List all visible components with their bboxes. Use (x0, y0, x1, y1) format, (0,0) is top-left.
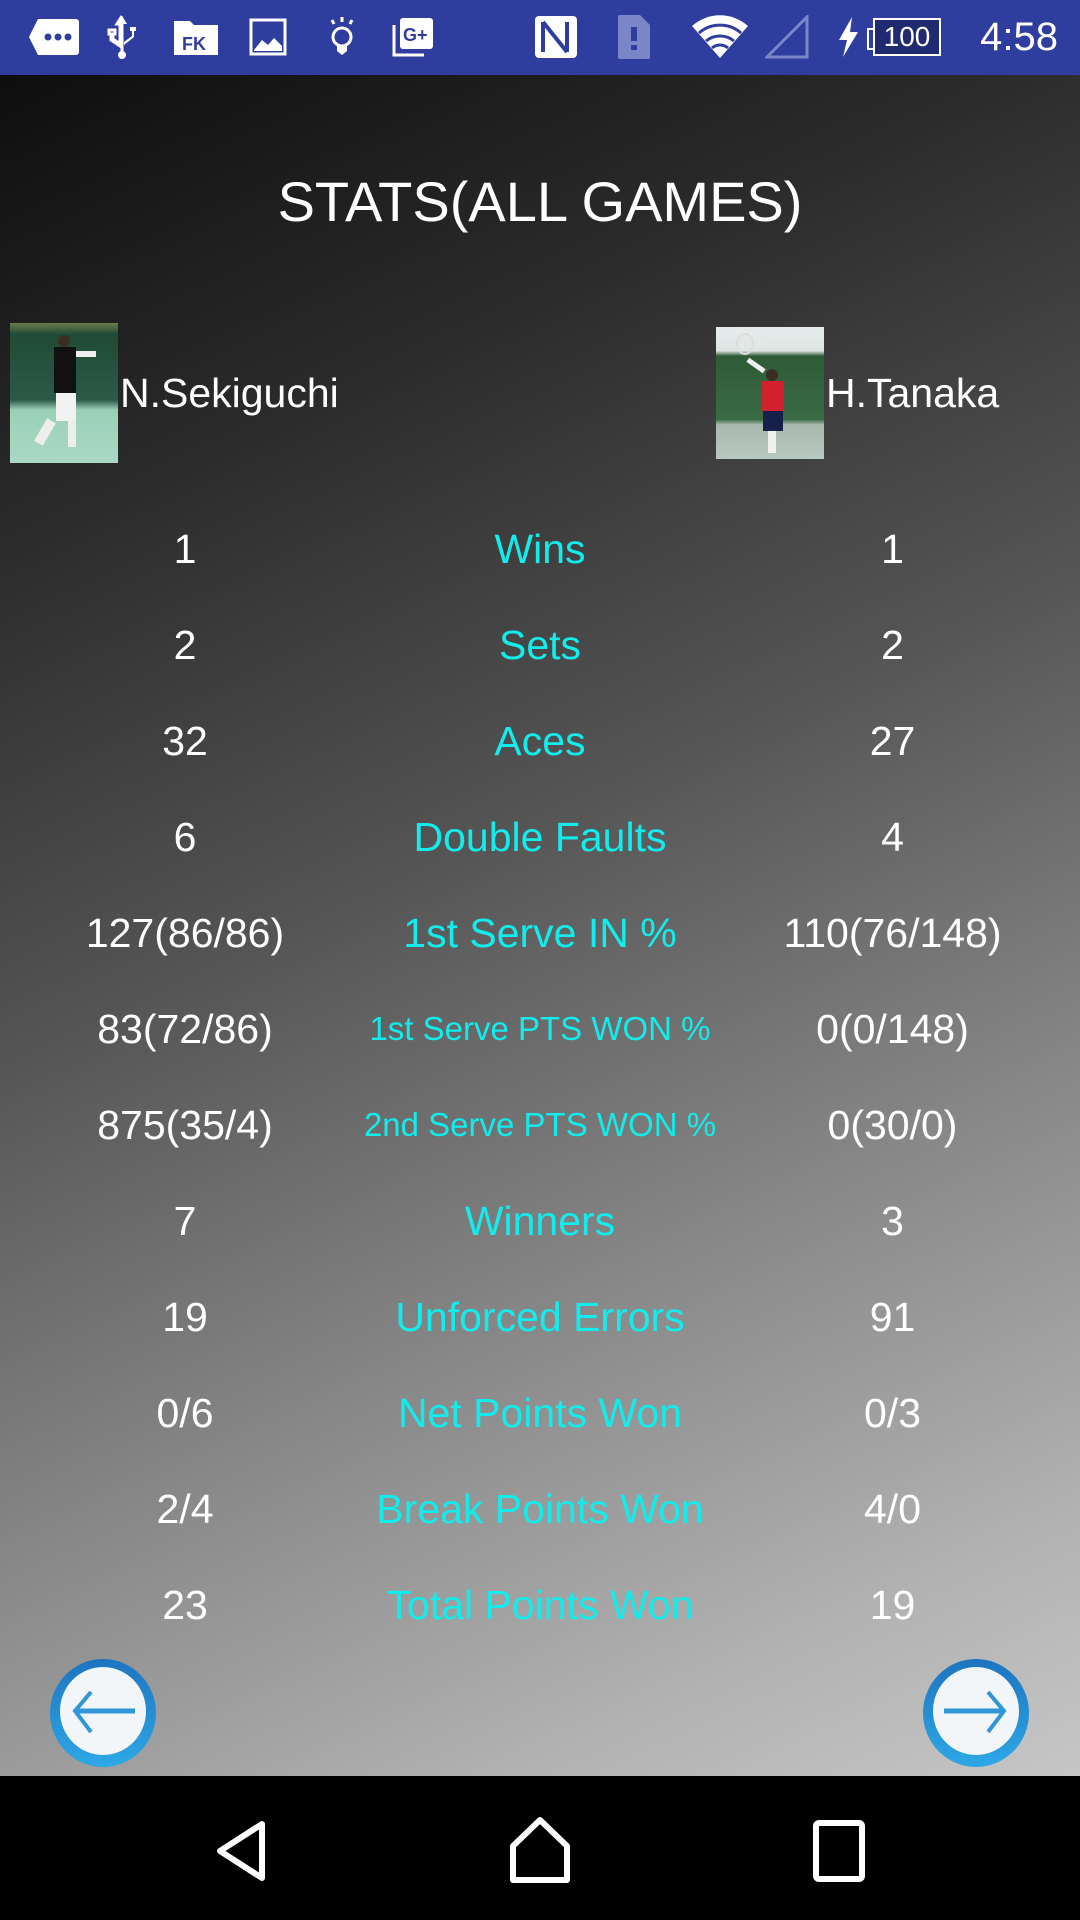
stat-left-value: 2/4 (156, 1486, 214, 1532)
stat-left-value: 2 (173, 622, 197, 668)
stat-row-first-serve-in: 127(86/86) 1st Serve IN % 110(76/148) (0, 898, 1080, 968)
stat-row-total-points-won: 23 Total Points Won 19 (0, 1570, 1080, 1640)
back-icon[interactable] (208, 1816, 278, 1886)
stat-label: Break Points Won (376, 1486, 704, 1532)
stat-left-value: 19 (162, 1294, 208, 1340)
stat-right-value: 27 (869, 718, 916, 764)
stat-label: Wins (494, 526, 586, 572)
battery-level: 100 (873, 18, 941, 56)
stat-right-value: 1 (881, 526, 904, 572)
stat-label: 1st Serve PTS WON % (369, 1010, 711, 1047)
stat-label: Net Points Won (397, 1390, 683, 1436)
player-left-name: N.Sekiguchi (120, 369, 339, 416)
stat-row-net-points-won: 0/6 Net Points Won 0/3 (0, 1378, 1080, 1448)
stat-label: Sets (498, 622, 582, 668)
image-icon (246, 14, 290, 60)
cell-signal-icon (764, 14, 810, 60)
stat-right-value: 19 (869, 1582, 916, 1628)
stat-left-value: 6 (173, 814, 197, 860)
home-icon[interactable] (505, 1816, 575, 1886)
stat-left-value: 127(86/86) (85, 910, 285, 956)
stat-left-value: 875(35/4) (97, 1102, 273, 1148)
stat-row-unforced-errors: 19 Unforced Errors 91 (0, 1282, 1080, 1352)
stat-right-value: 3 (881, 1198, 904, 1244)
battery-indicator: 100 (866, 14, 942, 60)
charging-icon (834, 14, 862, 60)
stat-left-value: 1 (173, 526, 197, 572)
player-left: N.Sekiguchi (10, 323, 339, 463)
stat-row-break-points-won: 2/4 Break Points Won 4/0 (0, 1474, 1080, 1544)
stat-label: Total Points Won (386, 1582, 694, 1628)
stat-row-first-serve-pts-won: 83(72/86) 1st Serve PTS WON % 0(0/148) (0, 994, 1080, 1064)
stat-label: 2nd Serve PTS WON % (363, 1106, 717, 1143)
previous-button[interactable] (49, 1658, 157, 1768)
stat-left-value: 0/6 (156, 1390, 214, 1436)
stat-right-value: 110(76/148) (783, 910, 1002, 956)
stat-right-value: 4 (881, 814, 904, 860)
player-right: H.Tanaka (716, 327, 999, 459)
stat-left-value: 23 (162, 1582, 208, 1628)
stat-right-value: 91 (869, 1294, 916, 1340)
stat-left-value: 32 (162, 718, 208, 764)
player-left-photo (10, 323, 118, 463)
nfc-icon (532, 14, 580, 60)
status-bar: FK G+ 100 4:58 (0, 0, 1080, 75)
stat-row-double-faults: 6 Double Faults 4 (0, 802, 1080, 872)
usb-icon (104, 14, 140, 60)
stat-right-value: 4/0 (864, 1486, 921, 1532)
player-right-name: H.Tanaka (826, 369, 1000, 416)
stat-row-winners: 7 Winners 3 (0, 1186, 1080, 1256)
sim-alert-icon (614, 14, 654, 60)
stat-right-value: 2 (881, 622, 904, 668)
wifi-icon (688, 14, 752, 60)
stat-label: 1st Serve IN % (403, 910, 677, 956)
stat-row-aces: 32 Aces 27 (0, 706, 1080, 776)
more-notifications-icon (28, 14, 80, 60)
stat-label: Unforced Errors (395, 1294, 685, 1340)
svg-text:G+: G+ (403, 25, 428, 45)
recents-icon[interactable] (805, 1816, 875, 1886)
player-right-photo (716, 327, 824, 459)
stat-left-value: 83(72/86) (97, 1006, 273, 1052)
lightbulb-icon (322, 14, 362, 60)
stats-screen: STATS(ALL GAMES) N.Sekiguchi H.Tanaka 1 … (0, 75, 1080, 1776)
stat-row-sets: 2 Sets 2 (0, 610, 1080, 680)
google-plus-photos-icon: G+ (390, 14, 436, 60)
page-title: STATS(ALL GAMES) (277, 170, 803, 233)
stat-label: Winners (464, 1198, 616, 1244)
stat-label: Aces (494, 718, 586, 764)
stat-row-wins: 1 Wins 1 (0, 514, 1080, 584)
clock: 4:58 (980, 15, 1058, 59)
system-navigation-bar (0, 1776, 1080, 1920)
fk-folder-icon: FK (170, 14, 222, 60)
stat-right-value: 0(30/0) (827, 1102, 958, 1148)
stat-row-second-serve-pts-won: 875(35/4) 2nd Serve PTS WON % 0(30/0) (0, 1090, 1080, 1160)
svg-text:FK: FK (182, 34, 206, 54)
arrow-right-icon (923, 1659, 1029, 1767)
stat-right-value: 0/3 (864, 1390, 921, 1436)
next-button[interactable] (922, 1658, 1030, 1768)
arrow-left-icon (50, 1659, 156, 1767)
stat-left-value: 7 (173, 1198, 197, 1244)
stat-label: Double Faults (413, 814, 667, 860)
stat-right-value: 0(0/148) (816, 1006, 969, 1052)
